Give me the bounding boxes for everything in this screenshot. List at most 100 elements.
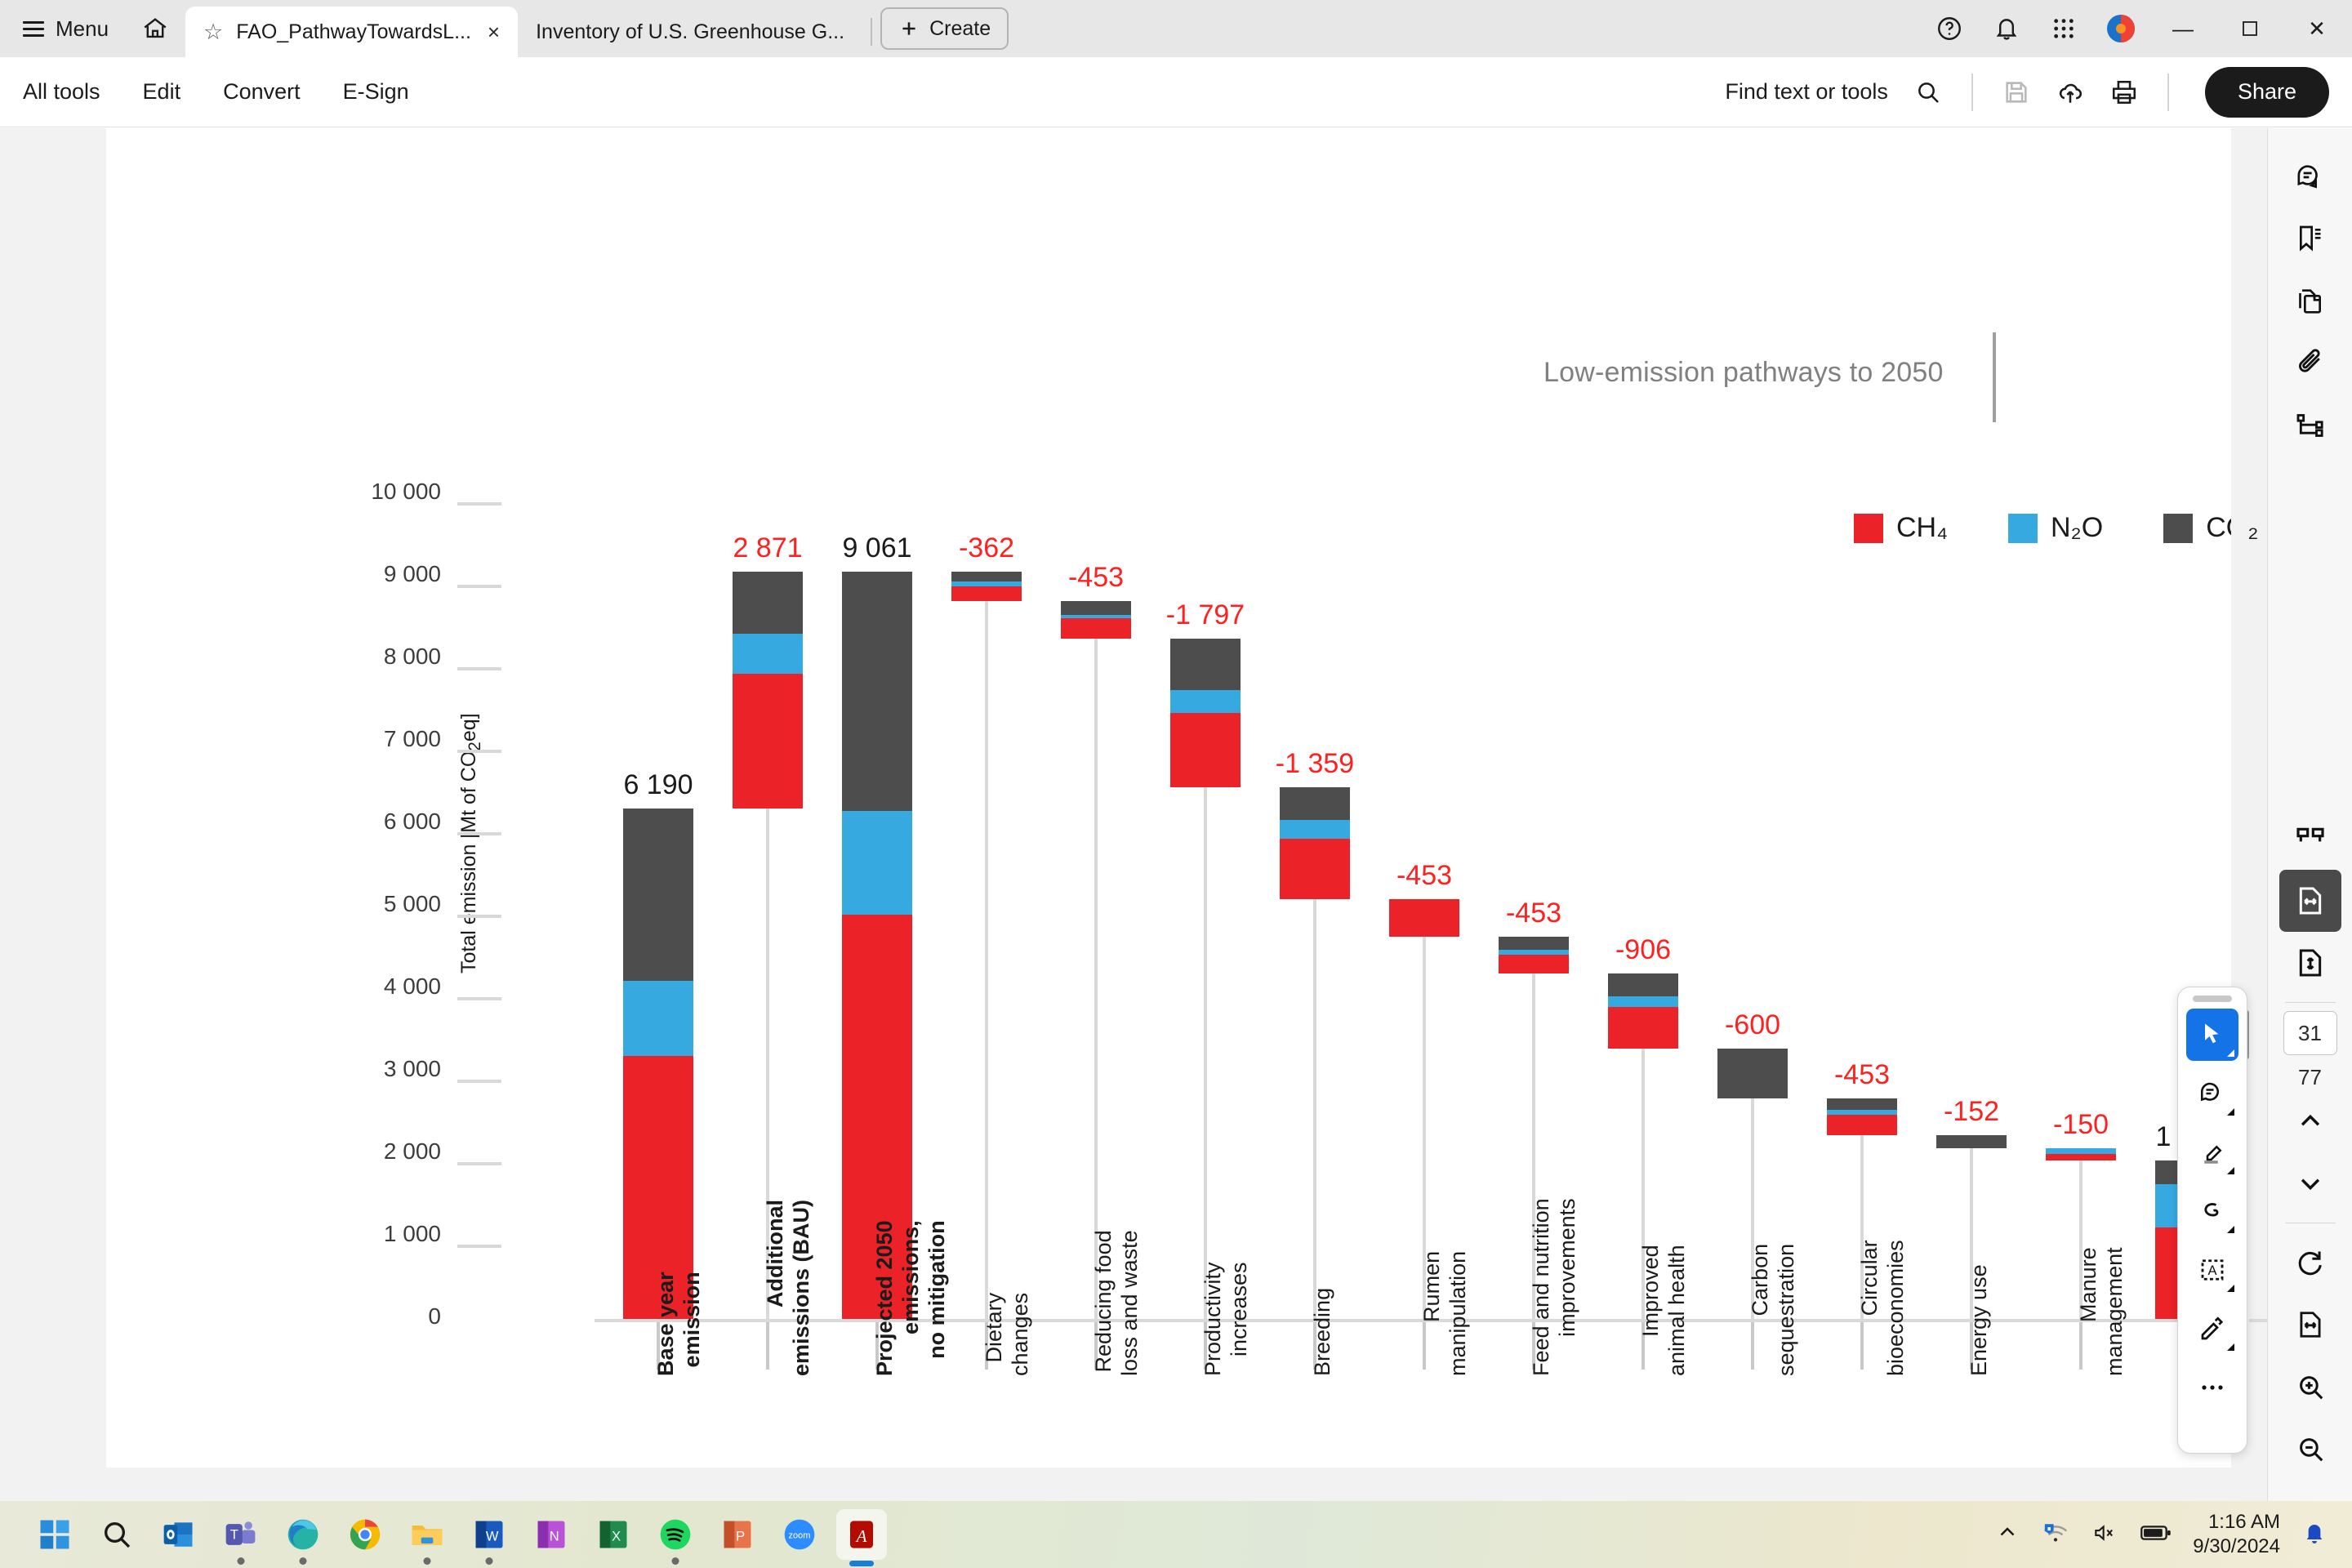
select-tool-button[interactable] — [2186, 1009, 2238, 1061]
legend-label-ch4: CH₄ — [1896, 512, 1948, 543]
minimize-button[interactable]: — — [2153, 0, 2213, 57]
taskbar-file-explorer[interactable] — [402, 1509, 452, 1565]
acrobat-icon: A — [850, 1521, 873, 1548]
taskbar-word[interactable]: W — [464, 1509, 514, 1565]
bookmark-icon — [2299, 225, 2320, 252]
taskbar-chrome[interactable] — [340, 1509, 390, 1560]
taskbar-teams[interactable]: T — [216, 1509, 266, 1565]
notification-center-button[interactable] — [2301, 1520, 2328, 1550]
create-button[interactable]: Create — [880, 7, 1009, 50]
running-indicator — [671, 1557, 679, 1565]
tray-expand-button[interactable] — [1995, 1521, 2020, 1549]
taskbar-powerpoint[interactable]: P — [712, 1509, 763, 1560]
tab-edit[interactable]: Edit — [122, 79, 203, 105]
sign-tool-button[interactable] — [2186, 1303, 2238, 1355]
menu-button[interactable]: Menu — [0, 0, 125, 57]
pdf-page: Low-emission pathways to 2050 CH₄ N₂O CO… — [106, 128, 2290, 1468]
x-axis-category-label: Rumen manipulation — [1419, 1250, 1470, 1376]
x-axis-category-label: Improved animal health — [1638, 1245, 1689, 1376]
zoom-out-button[interactable] — [2279, 1418, 2341, 1480]
tab-fao-pathway[interactable]: ☆ FAO_PathwayTowardsL... × — [185, 7, 519, 57]
taskbar-zoom[interactable]: zoom — [774, 1509, 825, 1560]
start-button[interactable] — [29, 1509, 80, 1560]
page-number-input[interactable]: 31 — [2283, 1011, 2337, 1055]
tab-inventory-ghg[interactable]: Inventory of U.S. Greenhouse G... — [518, 7, 862, 57]
chart-bar-segment-n2o — [1170, 689, 1241, 713]
draw-tool-button[interactable] — [2186, 1185, 2238, 1237]
search-icon — [1918, 82, 1939, 103]
chart-bar-segment-n2o — [623, 980, 693, 1056]
y-axis-tick-mark — [457, 750, 501, 753]
fit-page-button[interactable] — [2279, 932, 2341, 994]
chart-legend: CH₄ N₂O CO₂ — [1854, 512, 2258, 544]
bookmarks-button[interactable] — [2279, 208, 2341, 270]
folder-icon — [412, 1526, 443, 1545]
next-page-button[interactable] — [2279, 1152, 2341, 1214]
search-button[interactable] — [1903, 67, 1953, 118]
toolbar-drag-handle[interactable] — [2193, 996, 2232, 1002]
rotate-icon — [2298, 1251, 2322, 1276]
taskbar-outlook[interactable] — [154, 1509, 204, 1560]
signature-pen-icon — [2201, 1316, 2224, 1340]
tab-convert[interactable]: Convert — [202, 79, 322, 105]
print-button[interactable] — [2099, 67, 2149, 118]
y-axis-tick-mark — [457, 585, 501, 588]
layers-button[interactable] — [2279, 394, 2341, 457]
paperclip-icon — [2298, 349, 2320, 372]
x-axis-category-label: Circular bioeconomies — [1857, 1240, 1908, 1376]
taskbar-excel[interactable]: X — [588, 1509, 639, 1560]
close-icon[interactable]: × — [488, 20, 500, 45]
system-tray: 1:16 AM 9/30/2024 — [1995, 1510, 2352, 1559]
upload-cloud-button[interactable] — [2045, 67, 2096, 118]
svg-text:T: T — [230, 1528, 238, 1543]
chart-bar-segment-n2o — [733, 633, 803, 675]
page-thumbnails-button[interactable] — [2279, 270, 2341, 332]
highlight-tool-button[interactable] — [2186, 1126, 2238, 1178]
notifications-button[interactable] — [1981, 0, 2032, 57]
chart-title-rule — [1993, 332, 1996, 422]
more-tools-button[interactable] — [2186, 1361, 2238, 1414]
taskbar-search-button[interactable] — [91, 1509, 142, 1560]
x-axis-category-label: Dietary changes — [982, 1292, 1032, 1376]
save-button[interactable] — [1991, 67, 2042, 118]
windows-logo-icon — [40, 1520, 69, 1549]
home-button[interactable] — [125, 0, 185, 57]
fit-width-button[interactable] — [2278, 870, 2341, 932]
zoom-in-button[interactable] — [2279, 1356, 2341, 1418]
help-button[interactable] — [1924, 0, 1975, 57]
y-axis-tick-label: 8 000 — [383, 644, 441, 669]
share-button[interactable]: Share — [2204, 66, 2329, 118]
taskbar-edge[interactable] — [278, 1509, 328, 1565]
maximize-button[interactable] — [2220, 0, 2280, 57]
app-grid-button[interactable] — [2038, 0, 2089, 57]
page-layout-button[interactable] — [2279, 808, 2341, 870]
close-window-button[interactable]: ✕ — [2287, 0, 2347, 57]
tab-all-tools[interactable]: All tools — [0, 79, 122, 105]
zoom-in-icon — [2299, 1376, 2323, 1400]
svg-text:N: N — [550, 1529, 559, 1544]
attachments-button[interactable] — [2279, 332, 2341, 394]
zoom-mode-button[interactable] — [2279, 1294, 2341, 1356]
taskbar-spotify[interactable] — [650, 1509, 701, 1565]
comment-panel-button[interactable] — [2279, 146, 2341, 208]
bell-icon — [2306, 1524, 2323, 1544]
previous-page-button[interactable] — [2279, 1090, 2341, 1152]
chart-bar — [733, 571, 803, 808]
home-icon — [144, 18, 167, 38]
avatar[interactable] — [2096, 0, 2146, 57]
chart-bar-value-label: -600 — [1724, 1009, 1781, 1040]
volume-button[interactable] — [2091, 1521, 2119, 1548]
tab-esign[interactable]: E-Sign — [322, 79, 430, 105]
network-button[interactable] — [2041, 1521, 2070, 1549]
star-icon[interactable]: ☆ — [203, 20, 223, 45]
taskbar-onenote[interactable]: N — [526, 1509, 577, 1560]
add-comment-button[interactable] — [2186, 1067, 2238, 1120]
clock[interactable]: 1:16 AM 9/30/2024 — [2193, 1510, 2280, 1559]
y-axis-tick-mark — [457, 832, 501, 835]
chevron-up-icon — [2301, 1114, 2319, 1126]
add-text-button[interactable]: A — [2186, 1244, 2238, 1296]
taskbar-acrobat[interactable]: A — [836, 1509, 887, 1566]
battery-button[interactable] — [2140, 1523, 2172, 1547]
chart-bar-segment-co2 — [1608, 973, 1678, 997]
rotate-button[interactable] — [2279, 1232, 2341, 1294]
